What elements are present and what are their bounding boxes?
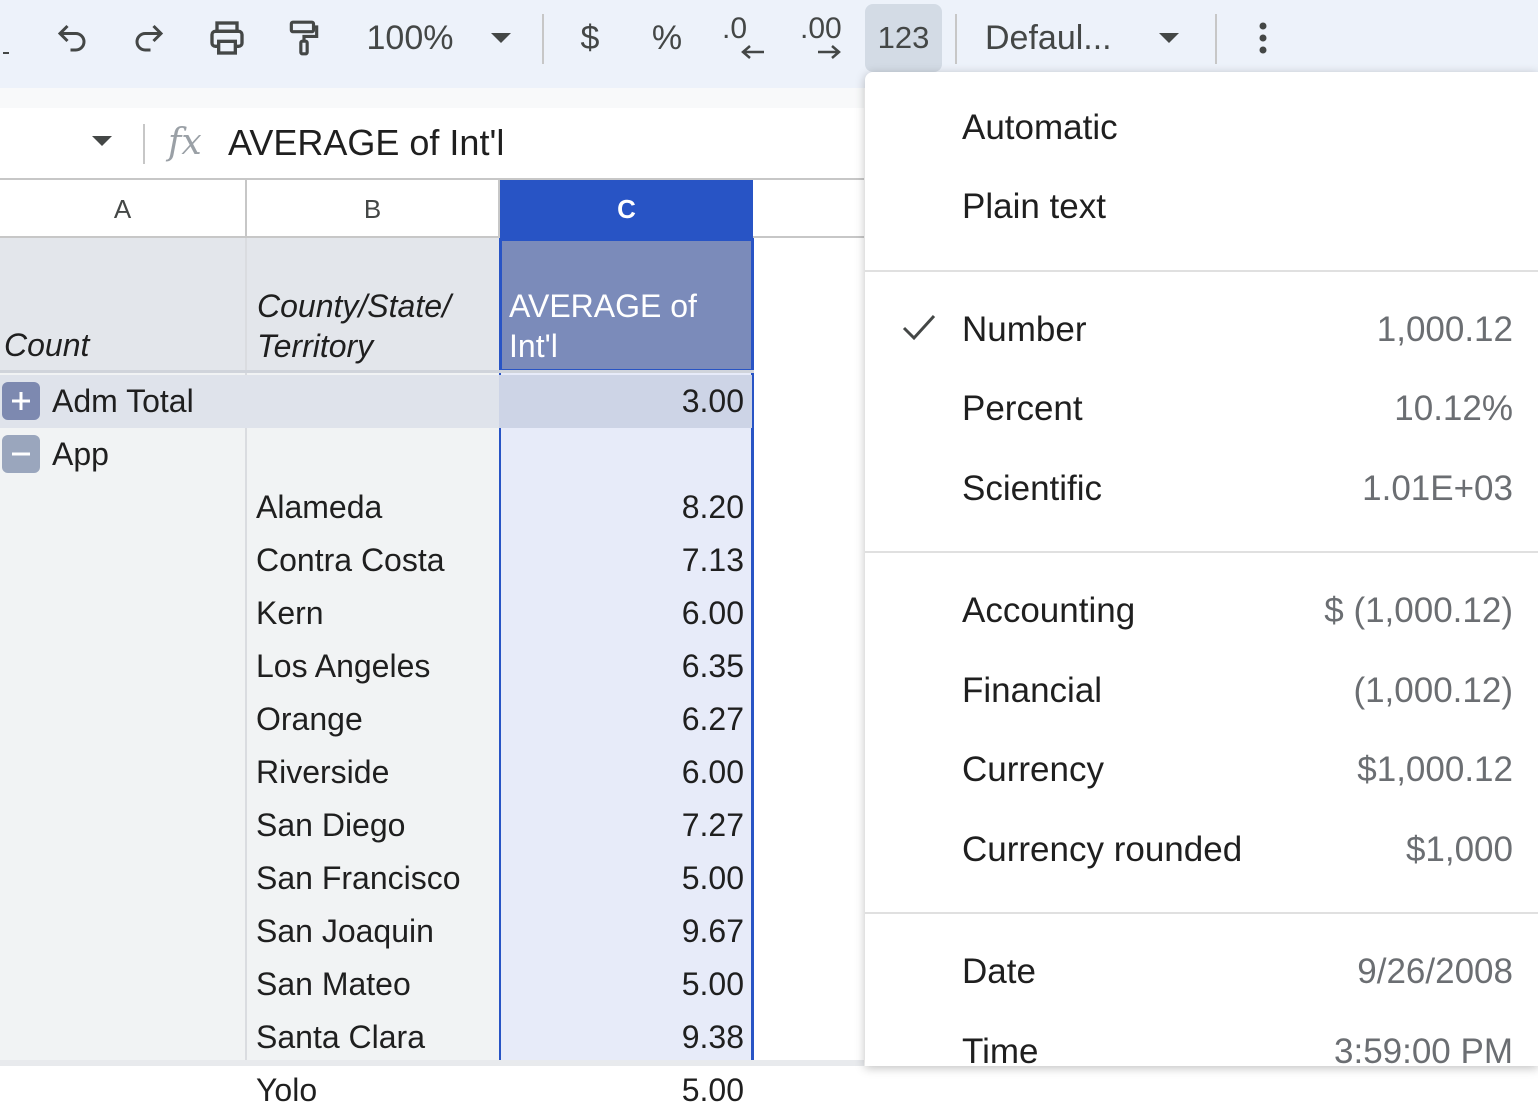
zoom-chevron-down-icon[interactable]: [484, 0, 518, 76]
bottom-edge: [0, 1060, 864, 1066]
column-header-d[interactable]: [753, 180, 864, 238]
value-cell[interactable]: 9.38: [499, 1011, 752, 1064]
name-box-chevron-down-icon[interactable]: [90, 134, 114, 153]
value-cell[interactable]: 8.20: [499, 481, 752, 534]
table-row: San Diego 7.27: [0, 799, 864, 852]
value-cell[interactable]: 7.13: [499, 534, 752, 587]
county-cell[interactable]: Riverside: [247, 746, 499, 799]
menu-item-scientific[interactable]: Scientific 1.01E+03: [865, 455, 1538, 525]
table-row: Contra Costa 7.13: [0, 534, 864, 587]
arrow-left-icon: [741, 45, 764, 59]
arrow-right-icon: [818, 45, 841, 59]
number-format-menu: Automatic Plain text Number 1,000.12 Per…: [865, 72, 1538, 1071]
toolbar-divider: [1215, 14, 1217, 64]
value-cell[interactable]: 9.67: [499, 905, 752, 958]
table-row: San Mateo 5.00: [0, 958, 864, 1011]
header-divider: [0, 370, 754, 373]
toolbar-divider: [955, 14, 957, 64]
menu-item-percent[interactable]: Percent 10.12%: [865, 375, 1538, 445]
increase-decimal-button[interactable]: .00: [796, 0, 852, 76]
menu-item-currency[interactable]: Currency $1,000.12: [865, 736, 1538, 806]
percent-format-button[interactable]: %: [645, 0, 689, 76]
menu-item-plain-text[interactable]: Plain text: [865, 173, 1538, 243]
menu-item-automatic[interactable]: Automatic: [865, 94, 1538, 164]
undo-icon[interactable]: [48, 0, 96, 76]
county-cell[interactable]: Contra Costa: [247, 534, 499, 587]
menu-item-accounting[interactable]: Accounting $ (1,000.12): [865, 577, 1538, 647]
group-cell-adm[interactable]: Adm Total: [0, 375, 499, 428]
value-cell[interactable]: 6.00: [499, 746, 752, 799]
cell-grid: Count County/State/ Territory AVERAGE of…: [0, 238, 864, 1108]
county-cell[interactable]: Yolo: [247, 1064, 499, 1117]
table-row: Riverside 6.00: [0, 746, 864, 799]
redo-icon[interactable]: [125, 0, 173, 76]
expand-plus-icon[interactable]: [2, 382, 40, 420]
more-formats-button[interactable]: 123: [865, 4, 942, 72]
county-cell[interactable]: San Diego: [247, 799, 499, 852]
value-cell[interactable]: 5.00: [499, 852, 752, 905]
font-select[interactable]: Defaul...: [985, 0, 1135, 76]
more-vert-icon[interactable]: [1245, 0, 1281, 76]
fx-icon: fx: [168, 122, 202, 163]
value-cell[interactable]: 7.27: [499, 799, 752, 852]
county-cell[interactable]: San Joaquin: [247, 905, 499, 958]
table-row: Santa Clara 9.38: [0, 1011, 864, 1064]
font-chevron-down-icon[interactable]: [1152, 0, 1186, 76]
table-row: San Francisco 5.00: [0, 852, 864, 905]
formula-divider: [143, 124, 145, 164]
table-row: Los Angeles 6.35: [0, 640, 864, 693]
toolbar-divider: [542, 14, 544, 64]
menu-item-date[interactable]: Date 9/26/2008: [865, 938, 1538, 1008]
decrease-decimal-button[interactable]: .0: [718, 0, 770, 76]
collapse-minus-icon[interactable]: [2, 435, 40, 473]
menu-divider: [865, 551, 1538, 553]
value-cell[interactable]: 6.35: [499, 640, 752, 693]
value-cell[interactable]: 6.00: [499, 587, 752, 640]
column-header-c[interactable]: C: [500, 180, 753, 238]
county-cell[interactable]: Santa Clara: [247, 1011, 499, 1064]
formula-bar: fx AVERAGE of Int'l: [0, 108, 864, 178]
county-cell[interactable]: San Mateo: [247, 958, 499, 1011]
table-row: Alameda 8.20: [0, 481, 864, 534]
print-icon[interactable]: [202, 0, 252, 76]
table-row: Adm Total 3.00: [0, 375, 864, 428]
value-cell[interactable]: 5.00: [499, 1064, 752, 1117]
table-row: Yolo 5.00: [0, 1064, 864, 1117]
county-cell[interactable]: Kern: [247, 587, 499, 640]
pivot-header-row: Count County/State/ Territory AVERAGE of…: [0, 238, 864, 373]
group-cell-app[interactable]: App: [0, 428, 245, 481]
county-cell[interactable]: Alameda: [247, 481, 499, 534]
toolbar-gap: [0, 88, 864, 108]
table-row: Orange 6.27: [0, 693, 864, 746]
county-cell[interactable]: Orange: [247, 693, 499, 746]
table-row: Kern 6.00: [0, 587, 864, 640]
table-row: App: [0, 428, 864, 481]
check-icon: [902, 314, 936, 341]
pivot-header-average[interactable]: AVERAGE of Int'l: [499, 238, 754, 372]
table-row: San Joaquin 9.67: [0, 905, 864, 958]
zoom-value: 100%: [366, 18, 454, 57]
value-cell[interactable]: 3.00: [499, 375, 752, 428]
value-cell[interactable]: 6.27: [499, 693, 752, 746]
county-cell[interactable]: San Francisco: [247, 852, 499, 905]
formula-input[interactable]: AVERAGE of Int'l: [228, 122, 504, 164]
column-header-a[interactable]: A: [0, 180, 247, 238]
menu-item-financial[interactable]: Financial (1,000.12): [865, 657, 1538, 727]
toolbar-scroll-left[interactable]: [0, 0, 12, 76]
paint-format-icon[interactable]: [280, 0, 328, 76]
menu-divider: [865, 912, 1538, 914]
value-cell[interactable]: 5.00: [499, 958, 752, 1011]
column-headers: A B C: [0, 178, 864, 238]
zoom-select[interactable]: 100%: [360, 0, 460, 76]
menu-item-time[interactable]: Time 3:59:00 PM: [865, 1018, 1538, 1088]
pivot-header-county[interactable]: County/State/ Territory: [247, 238, 499, 372]
menu-item-currency-rounded[interactable]: Currency rounded $1,000: [865, 816, 1538, 886]
menu-divider: [865, 270, 1538, 272]
column-header-b[interactable]: B: [247, 180, 500, 238]
pivot-header-count[interactable]: Count: [0, 238, 245, 372]
menu-item-number[interactable]: Number 1,000.12: [865, 296, 1538, 366]
currency-format-button[interactable]: $: [570, 0, 610, 76]
county-cell[interactable]: Los Angeles: [247, 640, 499, 693]
